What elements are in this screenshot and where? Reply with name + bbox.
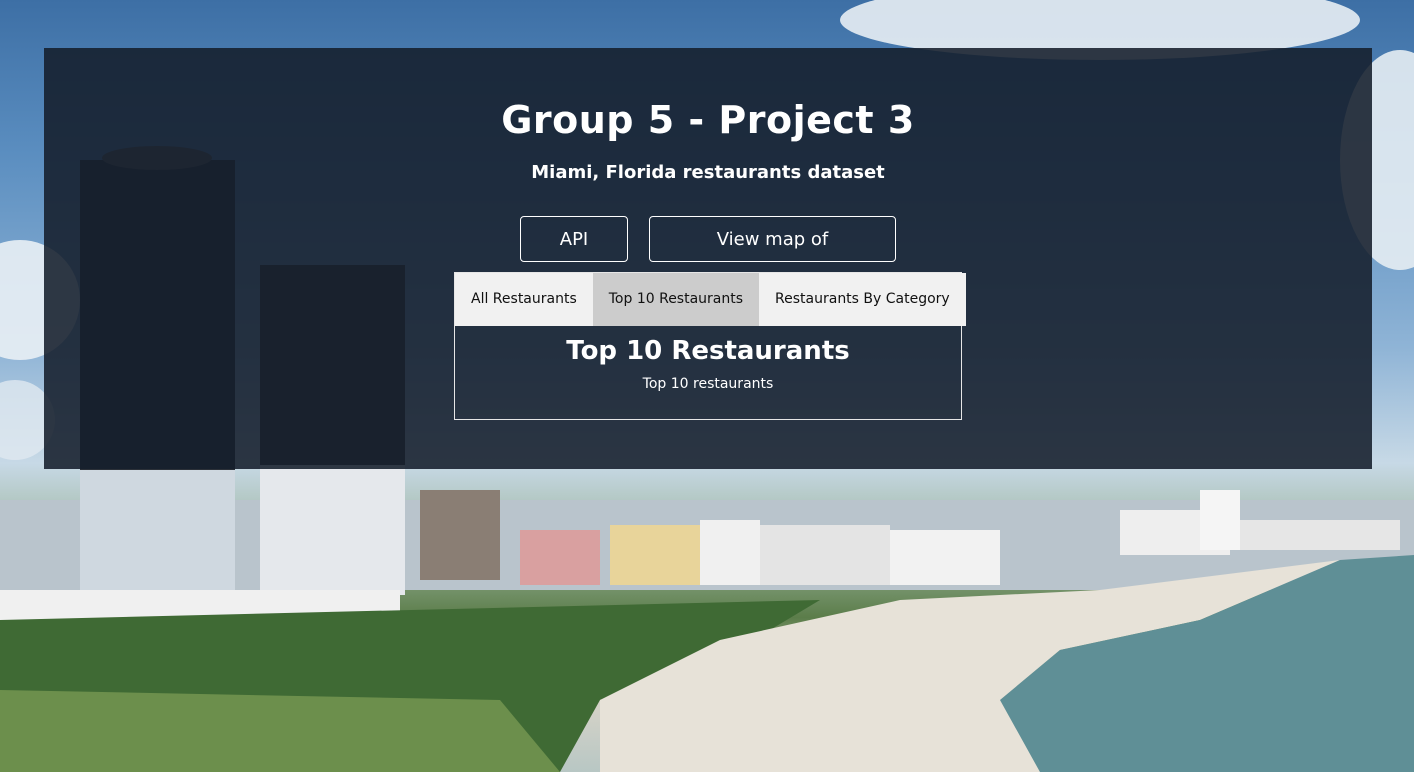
page-title: Group 5 - Project 3	[501, 98, 915, 142]
page-subtitle: Miami, Florida restaurants dataset	[531, 162, 885, 183]
tab-content-text: Top 10 restaurants	[642, 376, 774, 392]
view-map-button[interactable]: View map of restaurants	[649, 216, 896, 296]
tab-top-10-restaurants[interactable]: Top 10 Restaurants	[592, 273, 760, 326]
tab-restaurants-by-category[interactable]: Restaurants By Category	[759, 273, 966, 326]
tab-content-heading: Top 10 Restaurants	[566, 336, 850, 366]
restaurant-tabs-panel: All Restaurants Top 10 Restaurants Resta…	[454, 272, 966, 420]
tab-content: Top 10 Restaurants Top 10 restaurants	[455, 336, 961, 392]
tab-bar: All Restaurants Top 10 Restaurants Resta…	[455, 273, 966, 326]
hero-panel: Group 5 - Project 3 Miami, Florida resta…	[44, 48, 1372, 469]
tab-all-restaurants[interactable]: All Restaurants	[455, 273, 593, 326]
api-links-button[interactable]: API links	[520, 216, 628, 296]
